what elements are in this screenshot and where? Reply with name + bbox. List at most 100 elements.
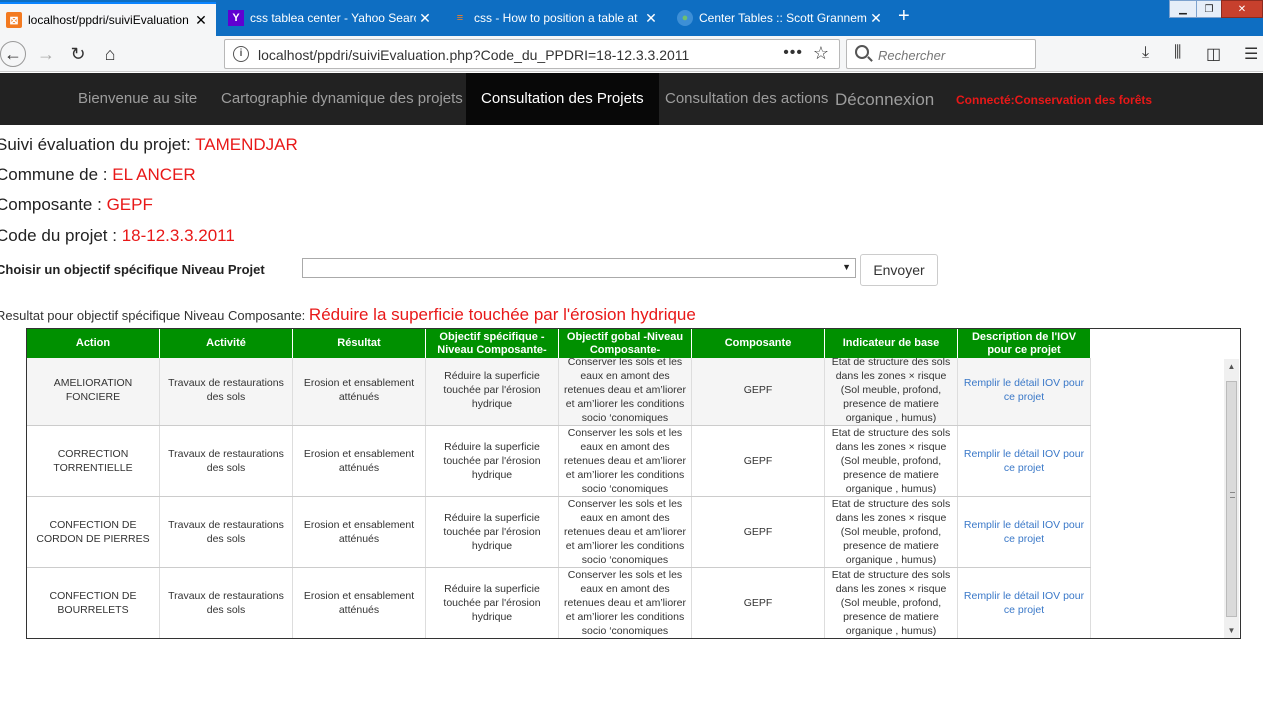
url-path: /ppdri/suiviEvaluation.php?Code_du_PPDRI… [313, 47, 690, 63]
scroll-thumb[interactable] [1226, 381, 1237, 617]
search-placeholder: Rechercher [878, 48, 946, 63]
remplir-iov-link[interactable]: Remplir le détail IOV pour ce projet [958, 568, 1091, 638]
cell-indicateur: Etat de structure des sols dans les zone… [825, 426, 958, 496]
cell-indicateur: Etat de structure des sols dans les zone… [825, 568, 958, 638]
cell-objectif-global: Conserver les sols et les eaux en amont … [559, 426, 692, 496]
nav-item-cartographie[interactable]: Cartographie dynamique des projets [221, 73, 463, 125]
cell-objectif-global: Conserver les sols et les eaux en amont … [559, 358, 692, 425]
globe-icon: ● [677, 10, 693, 26]
cell-composante: GEPF [692, 426, 825, 496]
cell-objectif-global: Conserver les sols et les eaux en amont … [559, 568, 692, 638]
table-row: AMELIORATION FONCIERE Travaux de restaura… [27, 358, 1091, 426]
nav-item-consultation-actions[interactable]: Consultation des actions [665, 73, 828, 125]
new-tab-icon[interactable]: + [898, 5, 910, 28]
objective-select[interactable]: ▼ [302, 258, 856, 278]
maximize-icon[interactable]: ❐ [1196, 0, 1222, 18]
search-input[interactable]: Rechercher [846, 39, 1036, 69]
close-tab-icon[interactable]: ✕ [192, 12, 210, 29]
header-composante: Composante [692, 329, 825, 358]
cell-composante: GEPF [692, 568, 825, 638]
cell-activite: Travaux de restaurations des sols [160, 568, 293, 638]
commune-value: EL ANCER [112, 165, 196, 184]
cell-composante: GEPF [692, 358, 825, 425]
reload-icon[interactable]: ↻ [66, 42, 90, 66]
code-label: Code du projet : [0, 226, 117, 245]
remplir-iov-link[interactable]: Remplir le détail IOV pour ce projet [958, 358, 1091, 425]
site-info-icon[interactable]: i [233, 46, 249, 62]
commune-label: Commune de : [0, 165, 108, 184]
cell-resultat: Erosion et ensablement atténués [293, 497, 426, 567]
project-title-line: Suivi évaluation du projet: TAMENDJAR [0, 135, 298, 155]
cell-resultat: Erosion et ensablement atténués [293, 568, 426, 638]
url-bar[interactable]: i localhost/ppdri/suiviEvaluation.php?Co… [224, 39, 840, 69]
back-icon[interactable]: ← [0, 41, 26, 67]
search-icon [855, 45, 869, 59]
close-tab-icon[interactable]: ✕ [642, 10, 660, 27]
cell-indicateur: Etat de structure des sols dans les zone… [825, 497, 958, 567]
library-icon[interactable]: ⫼ [1174, 44, 1181, 62]
cell-objectif-specifique: Réduire la superficie touchée par l'éros… [426, 568, 559, 638]
header-resultat: Résultat [293, 329, 426, 358]
cell-action: AMELIORATION FONCIERE [27, 358, 160, 425]
close-tab-icon[interactable]: ✕ [416, 10, 434, 27]
cell-resultat: Erosion et ensablement atténués [293, 358, 426, 425]
browser-tab[interactable]: ≡ css - How to position a table at ✕ [446, 4, 666, 32]
browser-tab[interactable]: ⊠ localhost/ppdri/suiviEvaluation ✕ [0, 2, 216, 36]
table-row: CONFECTION DE BOURRELETS Travaux de resta… [27, 568, 1091, 638]
header-indicateur: Indicateur de base [825, 329, 958, 358]
page-actions-icon[interactable]: ••• [783, 44, 803, 62]
stackoverflow-icon: ≡ [456, 12, 464, 24]
cell-objectif-specifique: Réduire la superficie touchée par l'éros… [426, 426, 559, 496]
table-scrollbar[interactable]: ▲ ▼ [1224, 359, 1239, 638]
bookmark-star-icon[interactable]: ☆ [813, 43, 829, 64]
cell-activite: Travaux de restaurations des sols [160, 497, 293, 567]
header-action: Action [27, 329, 160, 358]
forward-icon[interactable]: → [34, 42, 58, 66]
browser-toolbar: ← → ↻ ⌂ i localhost/ppdri/suiviEvaluatio… [0, 36, 1263, 72]
code-value: 18-12.3.3.2011 [121, 226, 235, 245]
cell-action: CONFECTION DE CORDON DE PIERRES [27, 497, 160, 567]
composante-label: Composante : [0, 195, 102, 214]
window-close-icon[interactable]: ✕ [1221, 0, 1263, 18]
yahoo-icon: Y [228, 10, 244, 26]
remplir-iov-link[interactable]: Remplir le détail IOV pour ce projet [958, 497, 1091, 567]
browser-tab[interactable]: Y css tablea center - Yahoo Searc ✕ [222, 4, 440, 32]
cell-objectif-specifique: Réduire la superficie touchée par l'éros… [426, 358, 559, 425]
cell-indicateur: Etat de structure des sols dans les zone… [825, 358, 958, 425]
header-activite: Activité [160, 329, 293, 358]
header-objectif-specifique: Objectif spécifique -Niveau Composante- [426, 329, 559, 358]
xampp-icon: ⊠ [6, 12, 22, 28]
result-label: Resultat pour objectif spécifique Niveau… [0, 308, 306, 323]
cell-activite: Travaux de restaurations des sols [160, 426, 293, 496]
code-line: Code du projet : 18-12.3.3.2011 [0, 226, 235, 246]
sidebar-icon[interactable]: ◫ [1206, 44, 1221, 64]
cell-composante: GEPF [692, 497, 825, 567]
menu-icon[interactable]: ☰ [1244, 44, 1258, 64]
header-description-iov: Description de l'IOV pour ce projet [958, 329, 1091, 358]
composante-value: GEPF [106, 195, 153, 214]
logout-link[interactable]: Déconnexion [835, 73, 934, 125]
nav-item-consultation-projets[interactable]: Consultation des Projets [466, 73, 659, 125]
table-body: AMELIORATION FONCIERE Travaux de restaura… [27, 358, 1221, 638]
minimize-icon[interactable]: ▁ [1169, 0, 1197, 18]
close-tab-icon[interactable]: ✕ [867, 10, 885, 27]
scroll-down-icon[interactable]: ▼ [1224, 623, 1239, 638]
cell-activite: Travaux de restaurations des sols [160, 358, 293, 425]
dropdown-arrow-icon: ▼ [842, 262, 851, 272]
scroll-up-icon[interactable]: ▲ [1224, 359, 1239, 374]
commune-line: Commune de : EL ANCER [0, 165, 196, 185]
header-objectif-global: Objectif gobal -Niveau Composante- [559, 329, 692, 358]
envoyer-button[interactable]: Envoyer [860, 254, 938, 286]
project-name: TAMENDJAR [195, 135, 298, 154]
browser-tab[interactable]: ● Center Tables :: Scott Grannem ✕ [671, 4, 891, 32]
table-row: CONFECTION DE CORDON DE PIERRES Travaux d… [27, 497, 1091, 568]
cell-action: CORRECTION TORRENTIELLE [27, 426, 160, 496]
browser-tab-strip: ⊠ localhost/ppdri/suiviEvaluation ✕ Y cs… [0, 0, 1263, 36]
nav-item-bienvenue[interactable]: Bienvenue au site [78, 73, 197, 125]
url-host: localhost [258, 47, 314, 63]
remplir-iov-link[interactable]: Remplir le détail IOV pour ce projet [958, 426, 1091, 496]
cell-objectif-specifique: Réduire la superficie touchée par l'éros… [426, 497, 559, 567]
download-icon[interactable]: ⤓ [1142, 44, 1149, 62]
home-icon[interactable]: ⌂ [98, 42, 122, 66]
results-table: Action Activité Résultat Objectif spécif… [26, 328, 1241, 639]
